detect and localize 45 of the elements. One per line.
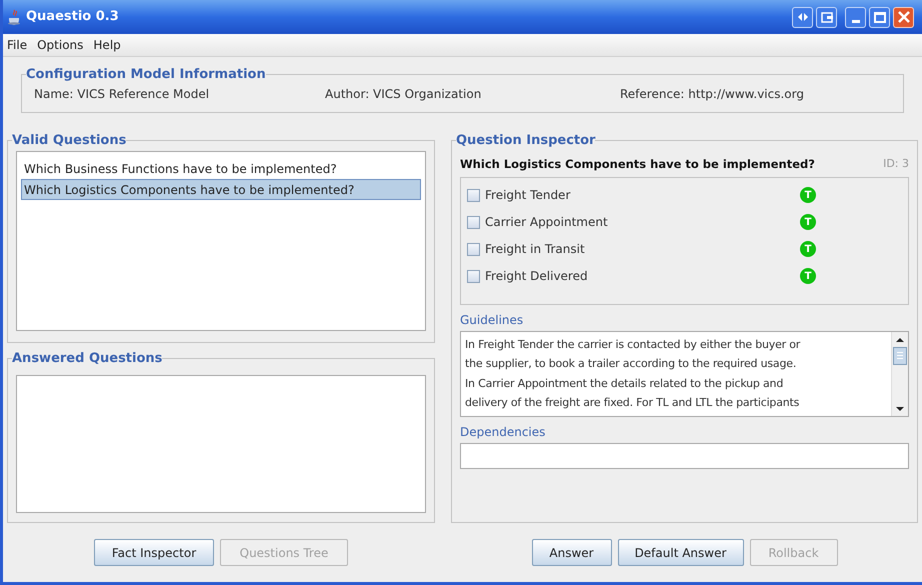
close-icon[interactable] — [893, 6, 914, 28]
group-title: Question Inspector — [456, 132, 596, 150]
dependencies-label: Dependencies — [460, 424, 546, 440]
dependencies-field[interactable] — [460, 442, 909, 468]
push-button[interactable]: Fact Inspector — [94, 539, 214, 566]
guideline-line: In Carrier Appointment the details related to the pickup and — [465, 376, 784, 392]
option-label: Freight Tender — [485, 187, 572, 204]
scrollbar[interactable] — [891, 332, 908, 416]
status-badge: T — [800, 268, 816, 284]
menu-item[interactable]: Help — [93, 36, 121, 54]
status-badge: T — [800, 241, 816, 257]
option-label: Freight Delivered — [485, 268, 589, 285]
checkbox[interactable] — [467, 242, 480, 256]
coffee-cup-icon — [8, 9, 22, 25]
push-button[interactable]: Default Answer — [618, 539, 744, 566]
group-title: Answered Questions — [12, 350, 162, 368]
status-badge: T — [800, 187, 816, 203]
question-item[interactable]: Which Business Functions have to be implemented? — [21, 158, 421, 178]
option-label: Carrier Appointment — [485, 214, 609, 231]
checkbox[interactable] — [467, 188, 480, 202]
group-title: Configuration Model Information — [26, 66, 266, 84]
scroll-thumb[interactable] — [893, 346, 907, 364]
guideline-line: the supplier, to book a trailer according to the required usage. — [465, 356, 798, 372]
guideline-line: In Freight Tender the carrier is contacted by either the buyer or — [465, 336, 802, 352]
push-button[interactable]: Answer — [532, 539, 612, 566]
model-author: Author: VICS Organization — [325, 86, 482, 102]
checkbox[interactable] — [467, 216, 480, 228]
maximize-icon[interactable] — [869, 6, 890, 28]
question-id: ID: 3 — [883, 156, 909, 172]
window-icon[interactable] — [816, 6, 837, 28]
status-badge: T — [800, 214, 816, 230]
group-title: Valid Questions — [12, 132, 126, 150]
checkbox[interactable] — [467, 270, 480, 282]
window-title: Quaestio 0.3 — [26, 8, 119, 26]
arrows-icon[interactable] — [792, 6, 813, 28]
menu-item[interactable]: File — [7, 36, 28, 54]
model-reference: Reference: http://www.vics.org — [620, 86, 804, 102]
menu-item[interactable]: Options — [37, 36, 84, 54]
guideline-line: delivery of the freight are fixed. For TL and LTL the participants — [465, 395, 800, 411]
minimize-icon[interactable] — [845, 6, 866, 28]
question-heading: Which Logistics Components have to be implemented? — [460, 156, 815, 173]
guidelines-label: Guidelines — [460, 312, 524, 328]
question-item[interactable]: Which Logistics Components have to be implemented? — [21, 178, 421, 200]
option-label: Freight in Transit — [485, 241, 586, 258]
model-name: Name: VICS Reference Model — [34, 86, 210, 102]
